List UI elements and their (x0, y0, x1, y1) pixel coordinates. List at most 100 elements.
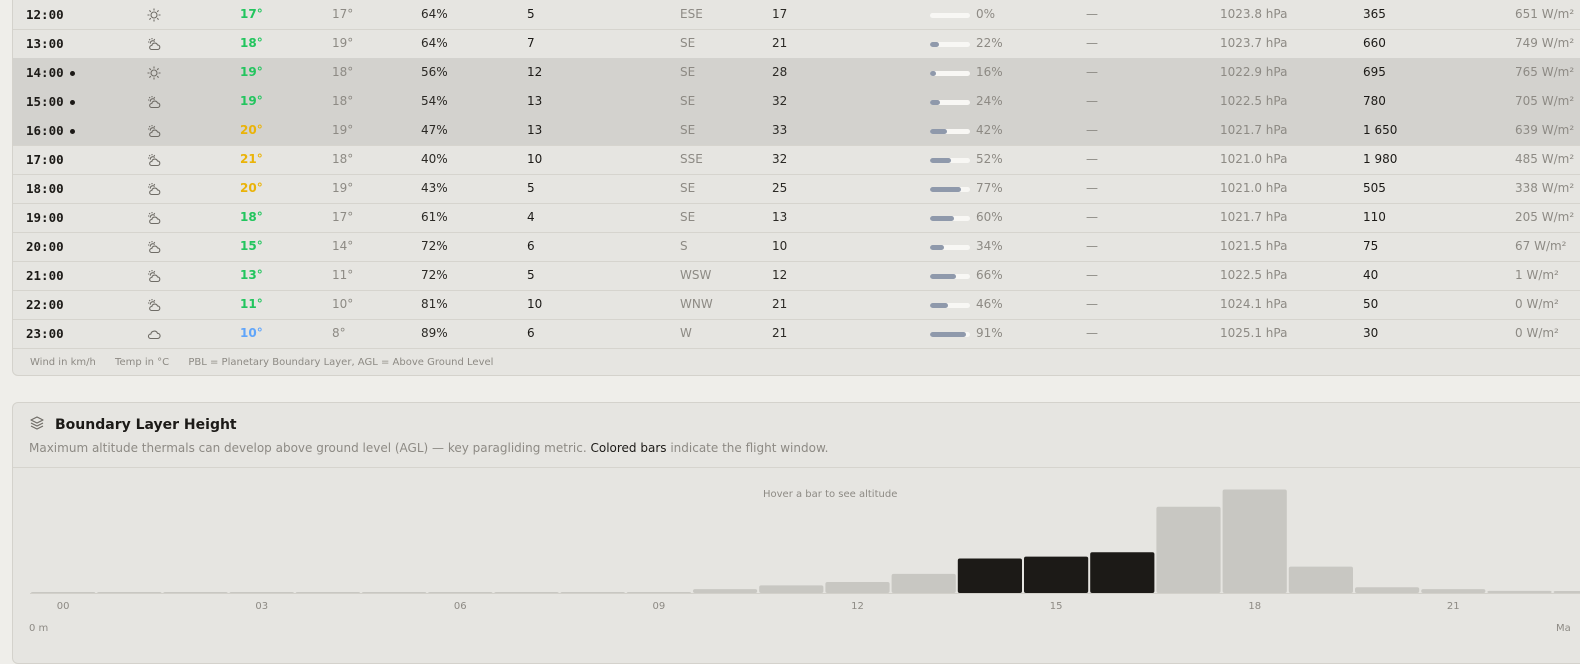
time-cell: 16:00 (26, 116, 75, 145)
pbl-bar-14[interactable] (957, 558, 1022, 594)
wind-direction-cell: SE (680, 181, 696, 195)
pbl-bar-13[interactable] (891, 573, 956, 593)
partly-cloudy-icon (146, 239, 162, 255)
cloud-cover-bar (930, 158, 970, 163)
cloud-cover-cell: 34% (976, 239, 1003, 253)
cloud-cover-bar (930, 13, 970, 18)
cloud-cover-fill (930, 42, 939, 47)
humidity-cell: 54% (421, 94, 448, 108)
pbl-bar-03[interactable] (229, 592, 294, 593)
pbl-bar-22[interactable] (1487, 590, 1552, 593)
temperature-cell: 11° (240, 297, 263, 311)
cloud-cover-bar (930, 332, 970, 337)
gust-cell: 10 (772, 239, 788, 253)
pbl-cell: 1 980 (1363, 152, 1398, 166)
partly-cloudy-icon (146, 94, 162, 110)
wind-direction-cell: W (680, 326, 692, 340)
pbl-bar-08[interactable] (560, 592, 625, 593)
temperature-cell: 19° (240, 94, 263, 108)
pbl-bar-02[interactable] (163, 592, 228, 593)
pbl-bar-04[interactable] (295, 592, 360, 593)
pressure-cell: 1023.7 hPa (1220, 36, 1288, 50)
cloud-cover-fill (930, 332, 967, 337)
wind-direction-cell: S (680, 239, 688, 253)
feels-like-cell: 18° (332, 152, 354, 166)
gust-cell: 25 (772, 181, 788, 195)
wind-speed-cell: 4 (527, 210, 535, 224)
pbl-bar-00[interactable] (31, 592, 96, 593)
time-label: 12:00 (26, 7, 64, 22)
humidity-cell: 61% (421, 210, 448, 224)
humidity-cell: 56% (421, 65, 448, 79)
pbl-bar-11[interactable] (759, 585, 824, 593)
partly-cloudy-icon (146, 36, 162, 52)
legend-temp: Temp in °C (115, 357, 170, 368)
wind-direction-cell: SE (680, 123, 696, 137)
wind-direction-cell: SE (680, 65, 696, 79)
gust-cell: 32 (772, 94, 788, 108)
gust-cell: 33 (772, 123, 788, 137)
precipitation-cell: — (1086, 268, 1098, 282)
x-tick-label: 06 (454, 601, 467, 612)
cloud-cover-bar (930, 245, 970, 250)
time-cell: 21:00 (26, 261, 64, 290)
pbl-bar-01[interactable] (97, 592, 162, 593)
flight-window-dot (69, 100, 75, 105)
time-label: 15:00 (26, 94, 64, 109)
time-cell: 19:00 (26, 203, 64, 232)
pbl-bar-19[interactable] (1288, 566, 1353, 593)
gust-cell: 21 (772, 36, 788, 50)
feels-like-cell: 18° (332, 94, 354, 108)
pbl-bar-18[interactable] (1222, 489, 1287, 594)
time-label: 20:00 (26, 239, 64, 254)
pbl-bar-20[interactable] (1355, 587, 1420, 593)
sun-icon (146, 7, 162, 23)
wind-direction-cell: SSE (680, 152, 703, 166)
humidity-cell: 40% (421, 152, 448, 166)
time-cell: 23:00 (26, 319, 64, 348)
precipitation-cell: — (1086, 152, 1098, 166)
precipitation-cell: — (1086, 36, 1098, 50)
pressure-cell: 1021.7 hPa (1220, 123, 1288, 137)
feels-like-cell: 19° (332, 36, 354, 50)
humidity-cell: 47% (421, 123, 448, 137)
pbl-bar-07[interactable] (494, 592, 559, 593)
pbl-bar-09[interactable] (626, 592, 691, 593)
cloud-cover-bar (930, 303, 970, 308)
cloud-cover-fill (930, 158, 951, 163)
pbl-bar-17[interactable] (1156, 506, 1221, 593)
humidity-cell: 64% (421, 36, 448, 50)
wind-speed-cell: 12 (527, 65, 543, 79)
time-cell: 12:00 (26, 0, 64, 29)
precipitation-cell: — (1086, 94, 1098, 108)
precipitation-cell: — (1086, 65, 1098, 79)
cloud-cover-fill (930, 129, 947, 134)
cloud-cover-cell: 46% (976, 297, 1003, 311)
temperature-cell: 10° (240, 326, 263, 340)
cloud-cover-cell: 16% (976, 65, 1003, 79)
wind-speed-cell: 5 (527, 7, 535, 21)
table-row: 18:00 20° 19° 43% 5 SE 25 77% — 1021.0 h… (13, 174, 1580, 204)
radiation-cell: 67 W/m² (1515, 239, 1567, 253)
gust-cell: 28 (772, 65, 788, 79)
pbl-bar-10[interactable] (693, 589, 758, 593)
precipitation-cell: — (1086, 326, 1098, 340)
cloud-cover-cell: 60% (976, 210, 1003, 224)
pbl-bar-05[interactable] (362, 592, 427, 593)
time-label: 17:00 (26, 152, 64, 167)
pressure-cell: 1023.8 hPa (1220, 7, 1288, 21)
humidity-cell: 43% (421, 181, 448, 195)
pbl-bar-15[interactable] (1024, 556, 1089, 593)
pbl-bar-23[interactable] (1553, 591, 1580, 593)
feels-like-cell: 8° (332, 326, 346, 340)
pbl-bar-12[interactable] (825, 582, 890, 593)
pbl-bar-21[interactable] (1421, 589, 1486, 593)
x-tick-label: 12 (851, 601, 864, 612)
gust-cell: 21 (772, 297, 788, 311)
temperature-cell: 18° (240, 36, 263, 50)
wind-speed-cell: 10 (527, 297, 543, 311)
cloud-cover-bar (930, 100, 970, 105)
pbl-bar-06[interactable] (428, 592, 493, 593)
pbl-bar-16[interactable] (1090, 552, 1155, 593)
feels-like-cell: 14° (332, 239, 354, 253)
